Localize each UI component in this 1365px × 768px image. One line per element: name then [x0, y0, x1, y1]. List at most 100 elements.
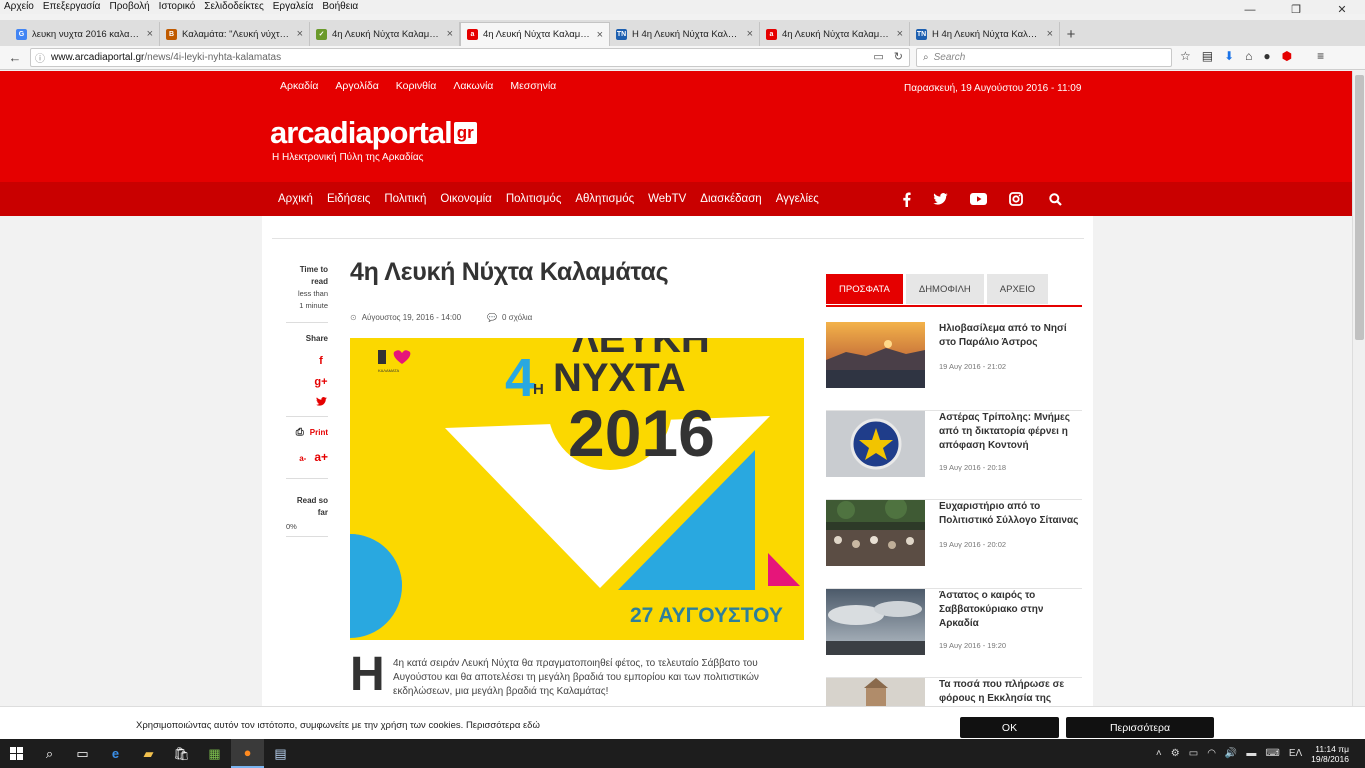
maximize-button[interactable]: ❐ [1273, 0, 1319, 20]
font-smaller-button[interactable]: a- [299, 454, 306, 463]
info-icon[interactable]: ⓘ [35, 50, 45, 65]
font-bigger-button[interactable]: a+ [314, 450, 328, 464]
list-item[interactable]: Ηλιοβασίλεμα από το Νησί στο Παράλιο Άστ… [826, 322, 1082, 411]
firefox-icon[interactable]: ● [231, 739, 264, 768]
language-indicator[interactable]: ΕΛ [1289, 748, 1302, 759]
cookie-more-button[interactable]: Περισσότερα [1066, 717, 1214, 738]
browser-tab[interactable]: TN Η 4η Λευκή Νύχτα Καλαμ... × [910, 22, 1060, 46]
browser-tab[interactable]: Gλευκη νυχτα 2016 καλαμα... × [10, 22, 160, 46]
region-link[interactable]: Λακωνία [453, 80, 493, 92]
close-icon[interactable]: × [147, 28, 153, 40]
twitter-icon[interactable] [933, 193, 948, 205]
news-title[interactable]: Ευχαριστήριο από το Πολιτιστικό Σύλλογο … [939, 500, 1081, 528]
google-plus-share-icon[interactable]: g+ [314, 376, 328, 388]
region-link[interactable]: Αρκαδία [280, 80, 318, 92]
facebook-icon[interactable] [902, 192, 911, 207]
menu-item[interactable]: Αρχείο [4, 0, 34, 14]
browser-tab[interactable]: a 4η Λευκή Νύχτα Καλαμάτ... × [460, 22, 610, 46]
search-icon[interactable] [1049, 192, 1062, 206]
print-button[interactable]: ⎙ Print [286, 427, 328, 438]
nav-item[interactable]: Αγγελίες [776, 193, 819, 205]
new-tab-button[interactable]: + [1060, 22, 1082, 46]
menu-item[interactable]: Σελιδοδείκτες [204, 0, 263, 14]
nav-item[interactable]: Αθλητισμός [575, 193, 634, 205]
list-item[interactable]: Αστέρας Τρίπολης: Μνήμες από τη δικτατορ… [826, 411, 1082, 500]
hamburger-menu-icon[interactable]: ≡ [1317, 49, 1324, 63]
close-icon[interactable]: × [747, 28, 753, 40]
nav-item[interactable]: Ειδήσεις [327, 193, 370, 205]
windows-start-icon[interactable] [0, 739, 33, 768]
nav-item[interactable]: Αρχική [278, 193, 313, 205]
task-view-icon[interactable]: ▭ [66, 739, 99, 768]
browser-tab[interactable]: a 4η Λευκή Νύχτα Καλαμάτ... × [760, 22, 910, 46]
list-item[interactable]: Ευχαριστήριο από το Πολιτιστικό Σύλλογο … [826, 500, 1082, 589]
reader-view-icon[interactable]: ▭ [873, 50, 883, 63]
bookmark-star-icon[interactable]: ☆ [1180, 49, 1191, 63]
taskbar-clock[interactable]: 11:14 πμ 19/8/2016 [1311, 744, 1349, 764]
browser-tab[interactable]: TN Η 4η Λευκή Νύχτα Καλαμ... × [610, 22, 760, 46]
battery-icon[interactable]: ▭ [1189, 748, 1198, 759]
list-item[interactable]: Άστατος ο καιρός το Σαββατοκύριακο στην … [826, 589, 1082, 678]
close-icon[interactable]: × [897, 28, 903, 40]
close-icon[interactable]: × [447, 28, 453, 40]
browser-tab[interactable]: B Καλαμάτα: "Λευκή νύχτα"... × [160, 22, 310, 46]
close-window-button[interactable]: ✕ [1319, 0, 1365, 20]
chevron-up-icon[interactable]: ˄ [1156, 748, 1162, 759]
instagram-icon[interactable] [1009, 192, 1023, 206]
address-bar[interactable]: ⓘ www.arcadiaportal.gr/news/4i-leyki-nyh… [30, 48, 910, 67]
news-title[interactable]: Τα ποσά που πλήρωσε σε φόρους η Εκκλησία… [939, 678, 1081, 706]
tab-recent[interactable]: ΠΡΟΣΦΑΤΑ [826, 274, 903, 304]
news-title[interactable]: Αστέρας Τρίπολης: Μνήμες από τη δικτατορ… [939, 411, 1081, 453]
facebook-share-icon[interactable]: f [314, 355, 328, 367]
menu-item[interactable]: Εργαλεία [273, 0, 314, 14]
nav-item[interactable]: Διασκέδαση [700, 193, 761, 205]
notification-icon[interactable]: ▬ [1246, 748, 1256, 759]
browser-tab[interactable]: ✓ 4η Λευκή Νύχτα Καλαμάτ... × [310, 22, 460, 46]
back-button[interactable]: ← [4, 50, 26, 65]
keyboard-icon[interactable]: ⌨ [1265, 748, 1279, 759]
wifi-icon[interactable]: ◠ [1207, 748, 1216, 759]
site-logo[interactable]: arcadiaportal gr [270, 115, 477, 151]
nav-item[interactable]: Πολιτισμός [506, 193, 562, 205]
cookie-text[interactable]: Χρησιμοποιώντας αυτόν τον ιστότοπο, συμφ… [136, 720, 540, 731]
file-explorer-icon[interactable]: ▰ [132, 739, 165, 768]
edge-icon[interactable]: e [99, 739, 132, 768]
scrollbar-thumb[interactable] [1355, 75, 1364, 340]
app-icon[interactable]: ▦ [198, 739, 231, 768]
adblock-icon[interactable]: ⬢ [1282, 49, 1292, 63]
region-link[interactable]: Μεσσηνία [510, 80, 556, 92]
twitter-share-icon[interactable] [314, 397, 328, 406]
menu-item[interactable]: Επεξεργασία [43, 0, 101, 14]
close-icon[interactable]: × [297, 28, 303, 40]
menu-item[interactable]: Βοήθεια [322, 0, 358, 14]
nav-item[interactable]: Πολιτική [384, 193, 426, 205]
chat-icon[interactable]: ● [1263, 49, 1270, 63]
region-link[interactable]: Κορινθία [396, 80, 437, 92]
volume-icon[interactable]: 🔊 [1225, 748, 1237, 759]
bookmarks-list-icon[interactable]: ▤ [1202, 49, 1213, 63]
tab-popular[interactable]: ΔΗΜΟΦΙΛΗ [905, 274, 984, 304]
notepad-icon[interactable]: ▤ [264, 739, 297, 768]
article-comments[interactable]: 0 σχόλια [502, 313, 532, 322]
network-icon[interactable]: ⚙ [1171, 748, 1180, 759]
news-title[interactable]: Ηλιοβασίλεμα από το Νησί στο Παράλιο Άστ… [939, 322, 1081, 350]
minimize-button[interactable]: — [1227, 0, 1273, 20]
menu-item[interactable]: Ιστορικό [159, 0, 196, 14]
store-icon[interactable]: 🛍 [165, 739, 198, 768]
close-icon[interactable]: × [597, 29, 603, 41]
tab-archive[interactable]: ΑΡΧΕΙΟ [986, 274, 1049, 304]
list-item[interactable]: Τα ποσά που πλήρωσε σε φόρους η Εκκλησία… [826, 678, 1082, 706]
news-title[interactable]: Άστατος ο καιρός το Σαββατοκύριακο στην … [939, 589, 1081, 631]
cookie-ok-button[interactable]: OK [960, 717, 1059, 738]
nav-item[interactable]: WebTV [648, 193, 686, 205]
youtube-icon[interactable] [970, 193, 987, 205]
menu-item[interactable]: Προβολή [109, 0, 149, 14]
search-icon[interactable]: ⌕ [33, 739, 66, 768]
reload-icon[interactable]: ↻ [894, 50, 903, 63]
home-icon[interactable]: ⌂ [1245, 49, 1252, 63]
region-link[interactable]: Αργολίδα [335, 80, 378, 92]
download-icon[interactable]: ⬇ [1224, 49, 1234, 63]
nav-item[interactable]: Οικονομία [440, 193, 491, 205]
close-icon[interactable]: × [1047, 28, 1053, 40]
search-input[interactable]: ⌕ Search [916, 48, 1172, 67]
